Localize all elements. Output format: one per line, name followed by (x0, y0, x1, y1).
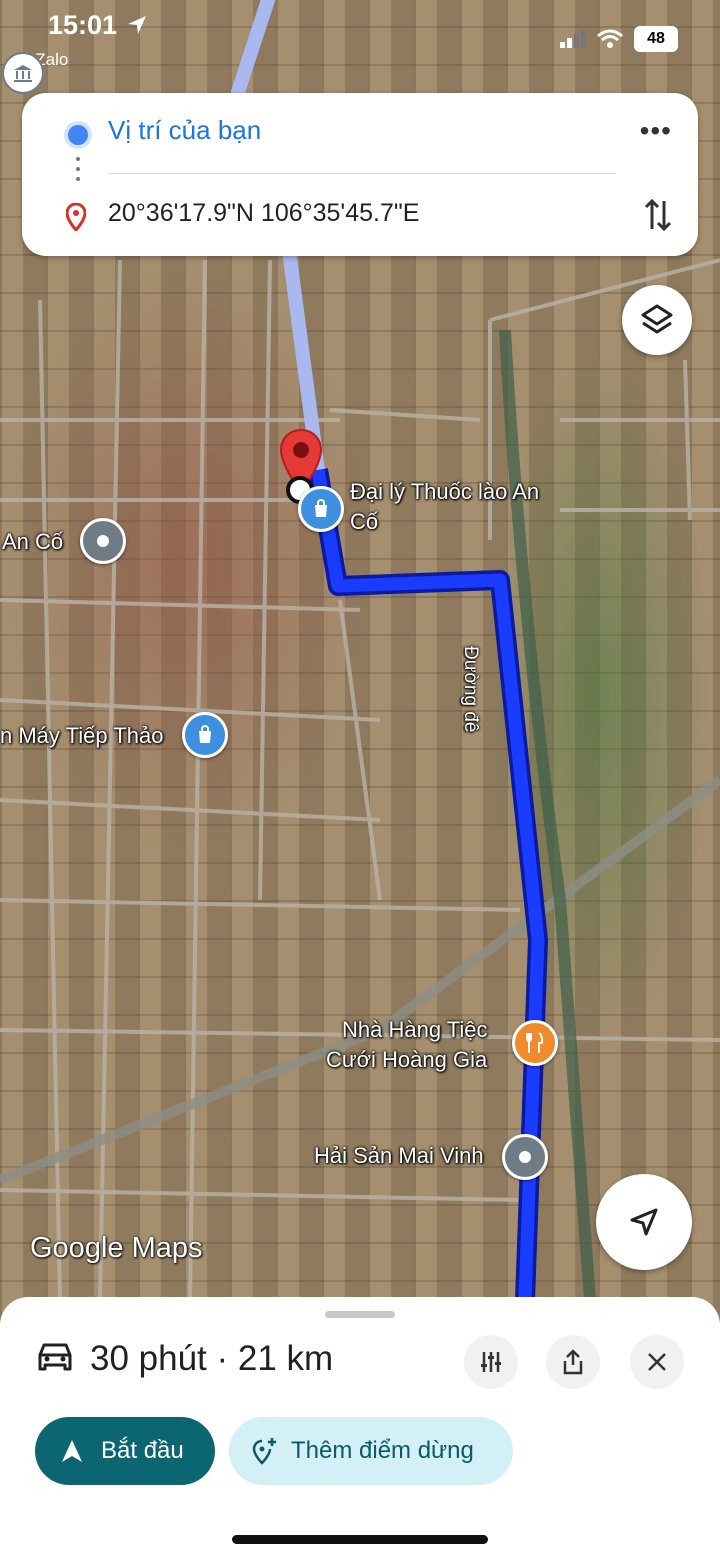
add-stop-button[interactable]: Thêm điểm dừng (229, 1417, 513, 1485)
close-button[interactable] (630, 1335, 684, 1389)
village-label[interactable]: An Cố (2, 528, 63, 555)
place-pin-icon[interactable] (502, 1134, 548, 1180)
signal-icon (560, 30, 586, 48)
swap-vertical-icon[interactable] (644, 197, 672, 233)
divider (108, 173, 616, 174)
poi-label-restaurant[interactable]: Nhà Hàng Tiệc (342, 1016, 488, 1043)
sheet-grabber[interactable] (325, 1311, 395, 1318)
start-label: Bắt đầu (101, 1437, 184, 1464)
google-maps-logo: Google Maps (30, 1232, 203, 1264)
shopping-bag-icon[interactable] (298, 486, 344, 532)
poi-label-motorbike[interactable]: n Máy Tiếp Thảo (0, 722, 163, 749)
more-options-button[interactable]: ••• (640, 115, 672, 147)
home-indicator[interactable] (232, 1535, 488, 1544)
navigation-icon (62, 1440, 82, 1462)
restaurant-icon[interactable] (512, 1020, 558, 1066)
shopping-bag-icon[interactable] (182, 712, 228, 758)
navigation-arrow-icon (630, 1208, 658, 1236)
layers-icon (641, 304, 673, 334)
add-stop-label: Thêm điểm dừng (291, 1437, 474, 1464)
poi-label-restaurant-line2[interactable]: Cưới Hoàng Gia (326, 1046, 487, 1073)
share-icon (563, 1349, 583, 1375)
poi-label-seafood[interactable]: Hải Sản Mai Vinh (314, 1142, 484, 1169)
destination-field[interactable]: 20°36'17.9"N 106°35'45.7"E (108, 199, 419, 228)
car-icon (38, 1343, 72, 1371)
battery-indicator: 48 (634, 26, 678, 52)
route-dots (76, 157, 80, 181)
origin-dot-icon (64, 121, 92, 149)
origin-field[interactable]: Vị trí của bạn (108, 115, 261, 146)
tune-icon (481, 1352, 501, 1372)
status-time: 15:01 (48, 10, 118, 40)
museum-icon[interactable] (2, 52, 44, 94)
status-indicators: 48 (560, 26, 678, 52)
share-button[interactable] (546, 1335, 600, 1389)
place-pin-icon[interactable] (80, 518, 126, 564)
poi-label-tobacco-line2[interactable]: Cố (350, 508, 378, 535)
layers-button[interactable] (622, 285, 692, 355)
start-navigation-button[interactable]: Bắt đầu (35, 1417, 215, 1485)
route-card: Vị trí của bạn ••• 20°36'17.9"N 106°35'4… (22, 93, 698, 256)
recenter-button[interactable] (596, 1174, 692, 1270)
road-label: Đường đê (460, 646, 481, 733)
directions-sheet: 30 phút · 21 km Bắt đầu Thêm điểm dừng (0, 1297, 720, 1559)
trip-summary: 30 phút · 21 km (90, 1339, 334, 1378)
destination-marker-icon (66, 203, 86, 231)
location-arrow-icon (128, 16, 146, 34)
close-icon (648, 1353, 666, 1371)
wifi-icon (597, 29, 623, 48)
add-location-icon (252, 1438, 276, 1465)
poi-label-tobacco[interactable]: Đại lý Thuốc lào An (350, 478, 539, 505)
route-options-button[interactable] (464, 1335, 518, 1389)
